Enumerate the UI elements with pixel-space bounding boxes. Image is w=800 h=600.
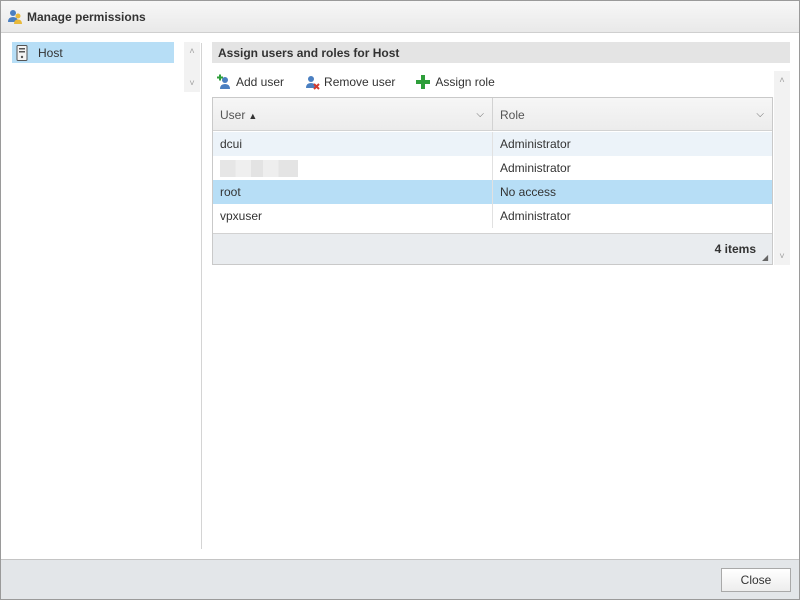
- tree-item-host[interactable]: Host: [12, 42, 174, 63]
- dialog-title: Manage permissions: [27, 9, 146, 24]
- grid-footer: 4 items ◢: [213, 233, 772, 264]
- tree-scrollbar[interactable]: ˄ ˅: [184, 42, 200, 92]
- user-cell: dcui: [213, 132, 493, 156]
- panel-divider[interactable]: [201, 43, 202, 549]
- user-cell: vpxuser: [213, 204, 493, 228]
- column-user-label: User: [220, 107, 246, 122]
- assign-role-label: Assign role: [435, 75, 495, 89]
- section-title: Assign users and roles for Host: [212, 42, 790, 63]
- item-count: 4 items: [714, 242, 756, 256]
- assign-role-button[interactable]: Assign role: [411, 71, 495, 93]
- role-cell: Administrator: [500, 209, 571, 223]
- role-cell: No access: [500, 185, 557, 199]
- dialog-titlebar: Manage permissions: [1, 1, 799, 33]
- user-cell: root: [213, 180, 493, 204]
- scroll-up-icon[interactable]: ˄: [774, 73, 790, 87]
- tree-item-label: Host: [38, 45, 63, 60]
- table-row[interactable]: dcui Administrator: [213, 132, 772, 156]
- scroll-down-icon[interactable]: ˅: [184, 76, 200, 90]
- host-icon: [16, 44, 28, 61]
- inventory-tree: Host ˄ ˅: [11, 42, 200, 92]
- add-user-button[interactable]: Add user: [212, 71, 284, 93]
- user-cell-redacted: [213, 156, 493, 180]
- remove-user-label: Remove user: [324, 75, 396, 89]
- column-role-label: Role: [500, 107, 525, 122]
- content-scrollbar[interactable]: ˄ ˅: [774, 71, 790, 265]
- sort-ascending-icon: ▲: [248, 110, 258, 121]
- add-user-label: Add user: [236, 75, 285, 89]
- table-row-selected[interactable]: root No access: [213, 180, 772, 204]
- scroll-down-icon[interactable]: ˅: [774, 249, 790, 263]
- permissions-grid: User ▲ ⌵ Role ⌵ dcui Administrator Admini…: [212, 97, 773, 265]
- close-button[interactable]: Close: [721, 568, 791, 592]
- table-row[interactable]: vpxuser Administrator: [213, 204, 772, 228]
- grid-body: dcui Administrator Administrator root No…: [213, 132, 772, 228]
- remove-user-button[interactable]: Remove user: [300, 71, 395, 93]
- resize-grip-icon[interactable]: ◢: [762, 254, 770, 262]
- role-cell: Administrator: [500, 161, 571, 175]
- dialog-footer: Close: [1, 559, 799, 599]
- column-menu-chevron-icon[interactable]: ⌵: [476, 109, 484, 120]
- users-icon: [8, 9, 22, 24]
- permissions-toolbar: Add user Remove user Assign role: [212, 71, 772, 93]
- column-header-role[interactable]: Role ⌵: [493, 98, 772, 131]
- grid-header: User ▲ ⌵ Role ⌵: [213, 98, 772, 131]
- role-cell: Administrator: [500, 137, 571, 151]
- redacted-text: [220, 159, 298, 177]
- remove-user-icon: [306, 76, 320, 90]
- plus-icon: [416, 75, 431, 89]
- manage-permissions-dialog: Manage permissions Host ˄ ˅ Assign users…: [0, 0, 800, 600]
- table-row[interactable]: Administrator: [213, 156, 772, 180]
- scroll-up-icon[interactable]: ˄: [184, 44, 200, 58]
- add-user-icon: [217, 74, 230, 89]
- column-header-user[interactable]: User ▲ ⌵: [213, 98, 493, 131]
- column-menu-chevron-icon[interactable]: ⌵: [756, 109, 764, 120]
